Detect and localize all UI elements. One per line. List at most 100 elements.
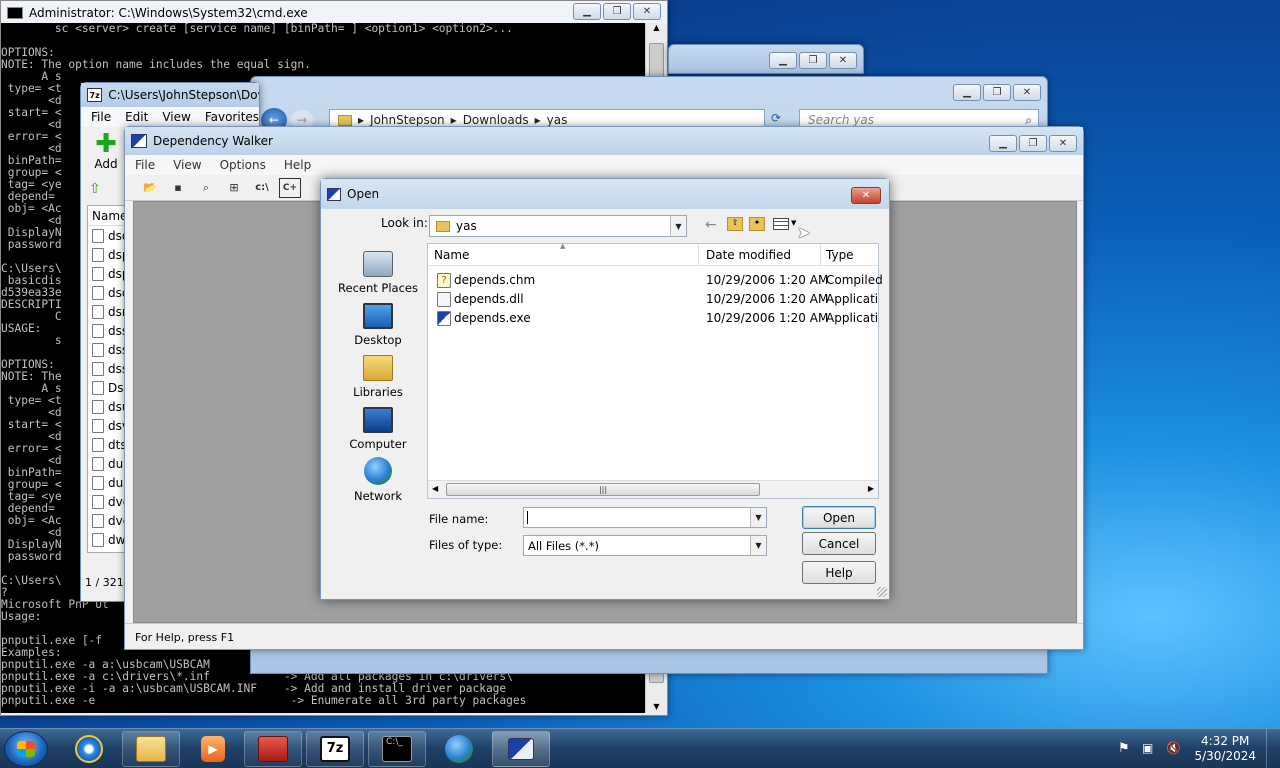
column-type[interactable]: Type xyxy=(826,248,854,262)
tree-icon[interactable]: ⊞ xyxy=(223,178,245,198)
scroll-down-icon[interactable]: ▼ xyxy=(646,702,667,711)
7zip-titlebar[interactable]: 7z C:\Users\JohnStepson\Dow xyxy=(81,83,259,107)
menu-file[interactable]: File xyxy=(91,110,111,124)
taskbar-cmd[interactable]: C:\_ xyxy=(368,731,426,767)
save-icon[interactable]: ▪ xyxy=(167,178,189,198)
chevron-down-icon[interactable]: ▼ xyxy=(670,216,686,236)
cmd-titlebar[interactable]: Administrator: C:\Windows\System32\cmd.e… xyxy=(1,1,667,25)
file-name-input[interactable]: ▼ xyxy=(523,507,767,528)
chevron-down-icon[interactable]: ▼ xyxy=(791,219,796,227)
breadcrumb-0[interactable]: JohnStepson xyxy=(370,113,445,127)
menu-help[interactable]: Help xyxy=(284,158,311,172)
chevron-down-icon[interactable]: ▼ xyxy=(750,508,766,527)
open-folder-icon[interactable]: 📂 xyxy=(139,178,161,198)
close-button[interactable]: ✕ xyxy=(1013,84,1041,101)
taskbar-ie[interactable] xyxy=(60,731,118,767)
maximize-button[interactable]: ❐ xyxy=(1019,135,1047,152)
open-titlebar[interactable]: Open xyxy=(321,179,889,209)
file-icon xyxy=(92,285,104,300)
menu-view[interactable]: View xyxy=(173,158,201,172)
cmd-icon: C:\_ xyxy=(382,736,412,762)
background-window[interactable]: ▁ ❐ ✕ xyxy=(668,44,864,74)
cmd-line: pnputil.exe -e -> Enumerate all 3rd part… xyxy=(1,694,527,707)
column-name[interactable]: Name xyxy=(434,248,469,262)
up-folder-icon[interactable]: ⇧ xyxy=(727,217,743,231)
look-in-combo[interactable]: yas ▼ xyxy=(429,215,687,237)
maximize-button[interactable]: ❐ xyxy=(799,52,827,69)
chevron-down-icon[interactable]: ▼ xyxy=(750,536,766,555)
view-menu-icon[interactable] xyxy=(773,218,789,230)
maximize-button[interactable]: ❐ xyxy=(603,3,631,20)
look-in-value: yas xyxy=(456,219,477,233)
up-folder-icon[interactable]: ⇧ xyxy=(89,181,107,199)
horizontal-scrollbar[interactable]: ◀ ||| ▶ xyxy=(428,480,878,498)
files-of-type-select[interactable]: All Files (*.*) ▼ xyxy=(523,535,767,556)
recent-places-icon xyxy=(363,251,393,277)
flag-icon[interactable]: ⚑ xyxy=(1118,741,1130,756)
resize-grip-icon[interactable] xyxy=(877,587,887,597)
breadcrumb-1[interactable]: Downloads xyxy=(463,113,529,127)
column-date-modified[interactable]: Date modified xyxy=(706,248,791,262)
menu-favorites[interactable]: Favorites xyxy=(205,110,259,124)
desktop-icon xyxy=(363,303,393,329)
network-tray-icon[interactable]: ▣ xyxy=(1142,741,1153,755)
undecorate-icon[interactable]: C+ xyxy=(279,177,301,198)
scroll-left-icon[interactable]: ◀ xyxy=(432,484,438,493)
place-libraries[interactable]: Libraries xyxy=(333,347,423,399)
clock[interactable]: 4:32 PM 5/30/2024 xyxy=(1194,734,1256,764)
start-button[interactable] xyxy=(4,731,48,767)
add-button[interactable]: ✚ Add xyxy=(91,131,121,175)
place-recent[interactable]: Recent Places xyxy=(333,243,423,295)
file-row[interactable]: depends.dll 10/29/2006 1:20 AM Applicati xyxy=(428,290,878,309)
maximize-button[interactable]: ❐ xyxy=(983,84,1011,101)
taskbar-7zip[interactable]: 7z xyxy=(306,731,364,767)
close-button[interactable]: ✕ xyxy=(1049,135,1077,152)
back-arrow-icon[interactable]: ← xyxy=(705,217,717,233)
file-row[interactable]: depends.exe 10/29/2006 1:20 AM Applicati xyxy=(428,309,878,328)
open-button[interactable]: Open xyxy=(802,506,876,529)
place-network[interactable]: Network xyxy=(333,451,423,503)
menu-options[interactable]: Options xyxy=(220,158,266,172)
libraries-icon xyxy=(363,355,393,381)
open-dialog[interactable]: Open ✕ Look in: yas ▼ ← ⇧ ✦ ▼ ➤ Recent P… xyxy=(320,178,890,600)
close-button[interactable]: ✕ xyxy=(851,187,881,204)
file-list[interactable]: Name ▲ Date modified Type ? depends.chm … xyxy=(427,242,883,499)
taskbar-media-player[interactable]: ▶ xyxy=(184,731,242,767)
file-icon xyxy=(92,304,104,319)
full-path-icon[interactable]: c:\ xyxy=(251,178,273,198)
minimize-button[interactable]: ▁ xyxy=(769,52,797,69)
place-desktop[interactable]: Desktop xyxy=(333,295,423,347)
place-computer[interactable]: Computer xyxy=(333,399,423,451)
system-tray: ⚑ ▣ 🔇 4:32 PM 5/30/2024 xyxy=(1110,729,1280,768)
cancel-button[interactable]: Cancel xyxy=(802,532,876,555)
taskbar-toolbox[interactable] xyxy=(244,731,302,767)
file-name-label: File name: xyxy=(429,512,489,526)
taskbar-explorer[interactable] xyxy=(122,731,180,767)
menu-view[interactable]: View xyxy=(162,110,190,124)
scroll-right-icon[interactable]: ▶ xyxy=(868,484,874,493)
scroll-up-icon[interactable]: ▲ xyxy=(646,23,667,39)
menu-edit[interactable]: Edit xyxy=(125,110,148,124)
help-button[interactable]: Help xyxy=(802,561,876,584)
scroll-thumb[interactable]: ||| xyxy=(446,483,760,496)
7zip-icon: 7z xyxy=(87,88,103,102)
minimize-button[interactable]: ▁ xyxy=(989,135,1017,152)
close-button[interactable]: ✕ xyxy=(829,52,857,69)
new-folder-icon[interactable]: ✦ xyxy=(749,217,765,231)
computer-icon xyxy=(363,407,393,433)
file-icon xyxy=(92,437,104,452)
look-in-label: Look in: xyxy=(381,216,428,230)
7zip-icon: 7z xyxy=(320,736,350,762)
menu-file[interactable]: File xyxy=(135,158,155,172)
dep-titlebar[interactable]: Dependency Walker xyxy=(125,127,1083,155)
minimize-button[interactable]: ▁ xyxy=(573,3,601,20)
file-row[interactable]: ? depends.chm 10/29/2006 1:20 AM Compile… xyxy=(428,271,883,290)
show-desktop-button[interactable] xyxy=(1266,729,1280,768)
close-button[interactable]: ✕ xyxy=(633,3,661,20)
taskbar-dependency-walker[interactable] xyxy=(492,731,550,767)
minimize-button[interactable]: ▁ xyxy=(953,84,981,101)
taskbar-network[interactable] xyxy=(430,731,488,767)
find-icon[interactable]: ⌕ xyxy=(195,178,217,198)
volume-muted-icon[interactable]: 🔇 xyxy=(1166,741,1181,755)
breadcrumb-2[interactable]: yas xyxy=(547,113,568,127)
